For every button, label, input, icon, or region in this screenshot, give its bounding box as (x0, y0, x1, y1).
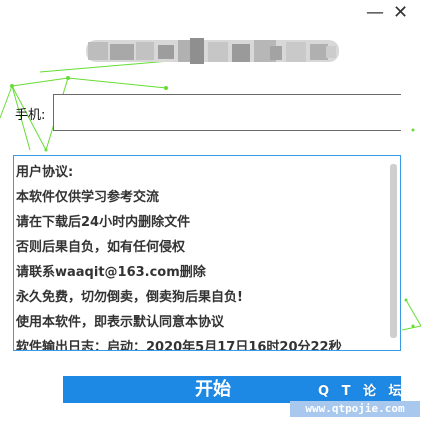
agreement-line: 永久免费，切勿倒卖，倒卖狗后果自负! (16, 290, 243, 305)
phone-label: 手机: (15, 108, 46, 123)
agreement-textbox[interactable]: 用户协议: 本软件仅供学习参考交流请在下载后24小时内删除文件 否则后果自负，如有任… (13, 155, 401, 351)
phone-input[interactable] (53, 94, 401, 131)
minimize-icon[interactable]: — (366, 2, 384, 24)
agreement-line: 用户协议: (16, 165, 74, 180)
blurred-logo-image (86, 38, 339, 64)
agreement-line: 请联系waaqit@163.com删除 (16, 265, 206, 280)
agreement-line: 使用本软件，即表示默认同意本协议 (16, 315, 225, 330)
vertical-scrollbar[interactable] (390, 164, 397, 338)
agreement-line: 软件输出日志：启动：2020年5月17日16时20分22秒 (16, 340, 342, 351)
agreement-line: 否则后果自负，如有任何侵权 (16, 240, 186, 255)
agreement-line: 本软件仅供学习参考交流 (16, 190, 160, 205)
app-window: — ✕ 手机: 用户协议: 本软件仅供学习参考交流请在下载后24小时内删除文件 否则… (0, 0, 421, 424)
scrollbar-thumb[interactable] (390, 164, 397, 338)
watermark-text: Q T 论 坛 (318, 384, 406, 399)
agreement-line: 请在下载后24小时内删除文件 (16, 215, 191, 230)
close-icon[interactable]: ✕ (393, 2, 408, 24)
agreement-lines: 用户协议: 本软件仅供学习参考交流请在下载后24小时内删除文件 否则后果自负，如有任… (16, 160, 386, 351)
watermark-url: www.qtpojie.com (290, 401, 420, 417)
